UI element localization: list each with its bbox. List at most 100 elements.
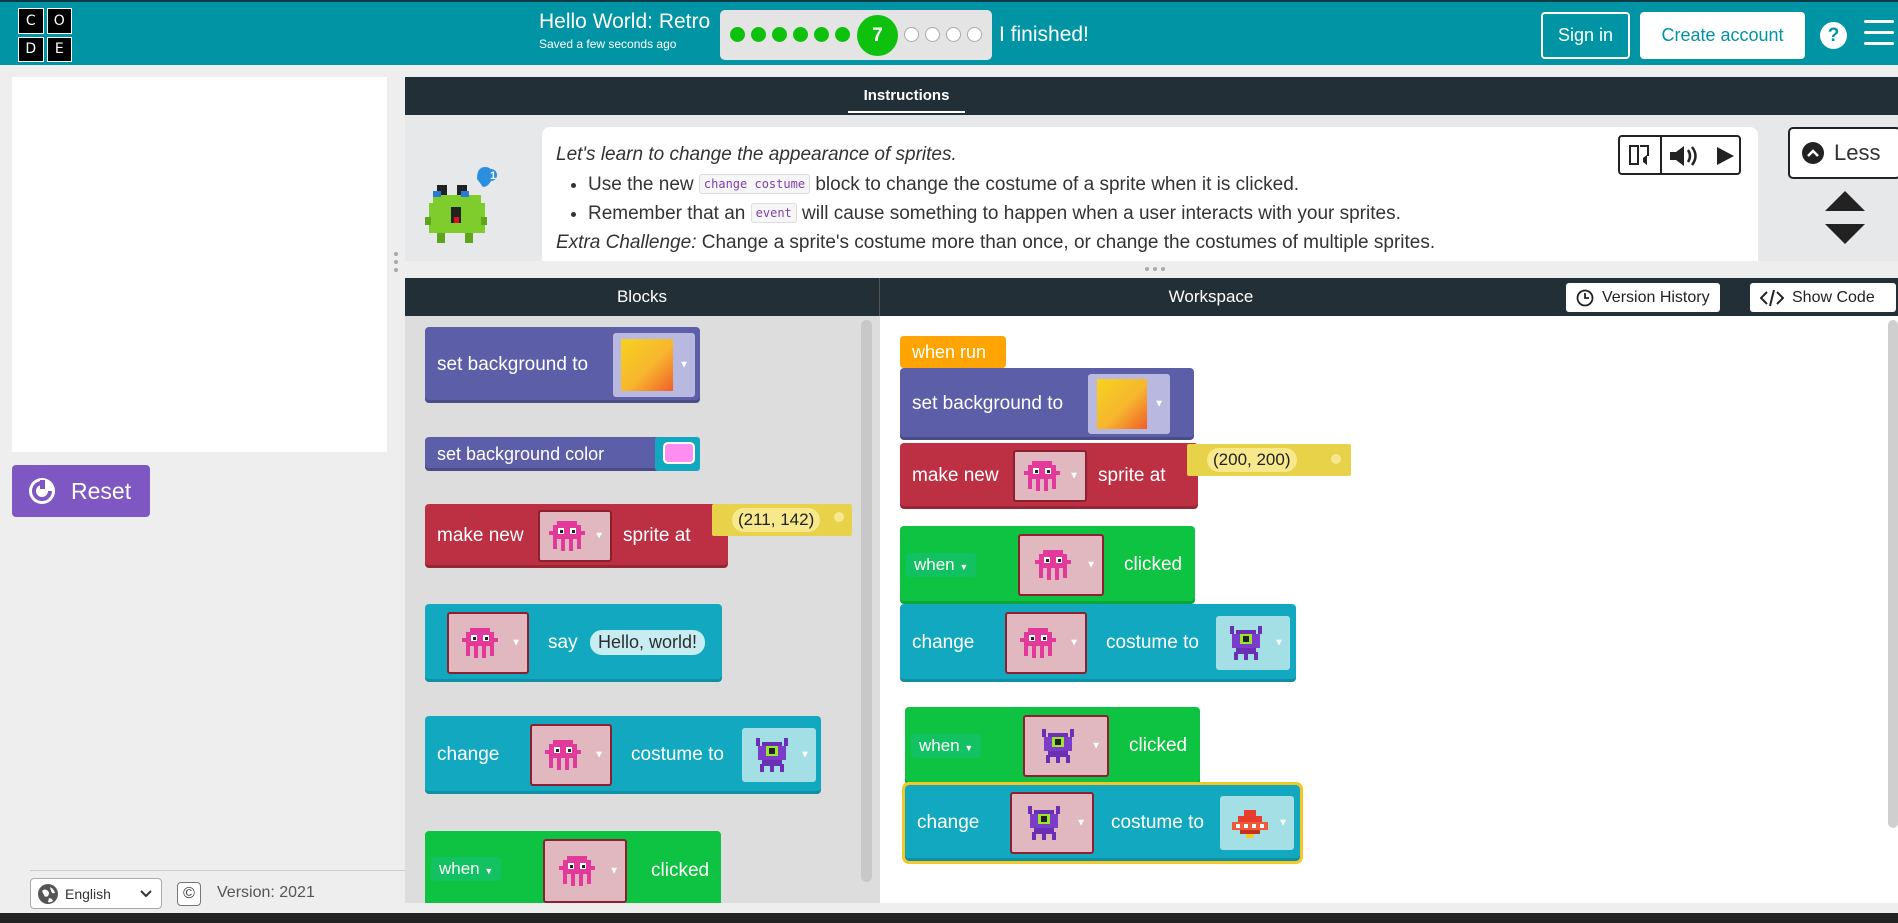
sprite-say-block[interactable]: ▼ say Hello, world! (425, 604, 722, 682)
coordinate-input[interactable]: (211, 142) (712, 504, 852, 536)
toolbox-scrollbar[interactable] (861, 320, 872, 882)
show-code-button[interactable]: Show Code (1750, 283, 1896, 312)
clock-icon (1576, 289, 1594, 306)
code-org-logo[interactable]: C O D E (18, 8, 72, 62)
level-dot-complete[interactable] (793, 27, 808, 42)
reset-button[interactable]: Reset (12, 465, 150, 517)
scroll-down-icon[interactable] (1825, 222, 1865, 246)
level-dot-incomplete[interactable] (946, 27, 961, 42)
make-new-sprite-block[interactable]: make new ▼ sprite at (425, 504, 728, 568)
help-icon[interactable]: ? (1820, 22, 1847, 49)
tab-instructions[interactable]: Instructions (848, 85, 965, 113)
hamburger-menu-icon[interactable] (1864, 20, 1894, 48)
dropdown-arrow-icon: ▼ (594, 530, 604, 542)
instructions-header: Instructions (405, 77, 1898, 115)
block-label: sprite at (1098, 465, 1166, 486)
coordinate-input[interactable]: (200, 200) (1187, 444, 1351, 476)
block-label: make new (912, 465, 999, 486)
logo-letter: D (18, 36, 44, 62)
scroll-up-icon[interactable] (1825, 189, 1865, 213)
when-clicked-block[interactable]: when ▼ ▼ clicked (905, 707, 1200, 785)
set-background-block[interactable]: set background to ▼ (900, 368, 1194, 440)
instructions-card: Let's learn to change the appearance of … (542, 127, 1758, 261)
block-label: change (917, 812, 980, 833)
level-dot-incomplete[interactable] (904, 27, 919, 42)
level-dot-incomplete[interactable] (967, 27, 982, 42)
background-picker[interactable]: ▼ (613, 333, 695, 397)
logo-letter: E (46, 36, 72, 62)
costume-picker[interactable]: ▼ (1216, 616, 1290, 670)
dropdown-arrow-icon: ▼ (1069, 470, 1079, 482)
level-dot-complete[interactable] (751, 27, 766, 42)
event-dropdown[interactable]: when ▼ (911, 734, 982, 758)
blocks-toolbox: set background to ▼ set background color… (405, 316, 880, 903)
play-icon[interactable] (1714, 145, 1736, 167)
dropdown-arrow-icon: ▼ (1091, 740, 1101, 752)
change-costume-block[interactable]: change ▼ costume to ▼ (900, 604, 1296, 682)
coordinate-value: (200, 200) (1207, 448, 1297, 472)
workspace-scrollbar[interactable] (1888, 320, 1898, 828)
location-pin-icon (1331, 454, 1341, 464)
level-dot-complete[interactable] (772, 27, 787, 42)
costume-picker[interactable]: ▼ (1220, 796, 1294, 850)
speaker-icon[interactable] (1668, 144, 1702, 168)
sprite-picker[interactable]: ▼ (538, 510, 612, 562)
purple-alien-sprite (756, 738, 788, 772)
logo-letter: C (18, 8, 44, 34)
sprite-picker[interactable]: ▼ (1005, 612, 1087, 674)
code-toolbar: Blocks Workspace Version History Show Co… (405, 278, 1898, 316)
bullet-text: Use the new (588, 174, 694, 195)
block-label: costume to (631, 744, 724, 765)
set-background-color-block[interactable]: set background color (425, 437, 700, 471)
sprite-picker[interactable]: ▼ (530, 724, 612, 786)
sprite-picker[interactable]: ▼ (1013, 450, 1087, 502)
color-picker[interactable] (655, 437, 700, 471)
top-header: C O D E Hello World: Retro Saved a few s… (0, 0, 1898, 65)
event-label: when (439, 859, 480, 878)
sprite-picker[interactable]: ▼ (1023, 715, 1109, 777)
sign-in-button[interactable]: Sign in (1541, 12, 1630, 59)
bullet-text: will cause something to happen when a us… (802, 203, 1401, 224)
costume-picker[interactable]: ▼ (742, 728, 816, 782)
chevron-up-icon (1802, 142, 1824, 164)
language-select[interactable]: English (30, 878, 162, 909)
say-text-input[interactable]: Hello, world! (590, 630, 706, 655)
level-progress: 7 (720, 10, 992, 60)
block-label: clicked (1124, 554, 1183, 575)
footer-divider (30, 870, 405, 871)
change-costume-block-selected[interactable]: change ▼ costume to ▼ (902, 782, 1303, 864)
copyright-icon[interactable]: © (177, 882, 201, 906)
logo-letter: O (46, 8, 72, 34)
sprite-picker[interactable]: ▼ (1018, 534, 1104, 596)
level-dot-complete[interactable] (835, 27, 850, 42)
make-new-sprite-block[interactable]: make new ▼ sprite at (900, 443, 1198, 509)
resize-handle-horizontal[interactable] (1145, 267, 1167, 271)
sprite-picker[interactable]: ▼ (543, 839, 627, 903)
immersive-reader-icon[interactable] (1620, 137, 1662, 173)
version-history-button[interactable]: Version History (1566, 283, 1720, 312)
less-button[interactable]: Less (1788, 127, 1898, 179)
when-run-block[interactable]: when run (900, 336, 1006, 368)
finished-link[interactable]: I finished! (999, 23, 1089, 47)
level-dot-complete[interactable] (730, 27, 745, 42)
set-background-block[interactable]: set background to ▼ (425, 327, 700, 403)
change-costume-block[interactable]: change ▼ costume to ▼ (425, 716, 821, 794)
block-label: set background color (437, 443, 605, 464)
create-account-button[interactable]: Create account (1640, 12, 1805, 59)
background-picker[interactable]: ▼ (1088, 374, 1170, 434)
when-clicked-block[interactable]: when ▼ ▼ clicked (425, 831, 721, 903)
sprite-picker[interactable]: ▼ (1010, 792, 1094, 854)
level-dot-complete[interactable] (814, 27, 829, 42)
resize-handle-vertical[interactable] (394, 252, 398, 276)
bottom-bar (0, 913, 1898, 923)
project-title: Hello World: Retro (539, 10, 711, 33)
game-stage[interactable] (12, 77, 387, 452)
code-workspace[interactable]: when run set background to ▼ make new ▼ … (880, 316, 1898, 903)
level-dot-current[interactable]: 7 (857, 15, 898, 56)
event-dropdown[interactable]: when ▼ (906, 553, 977, 577)
when-clicked-block[interactable]: when ▼ ▼ clicked (900, 526, 1195, 604)
purple-alien-sprite (1230, 626, 1262, 660)
level-dot-incomplete[interactable] (925, 27, 940, 42)
event-dropdown[interactable]: when ▼ (431, 857, 502, 881)
sprite-picker[interactable]: ▼ (447, 612, 529, 674)
